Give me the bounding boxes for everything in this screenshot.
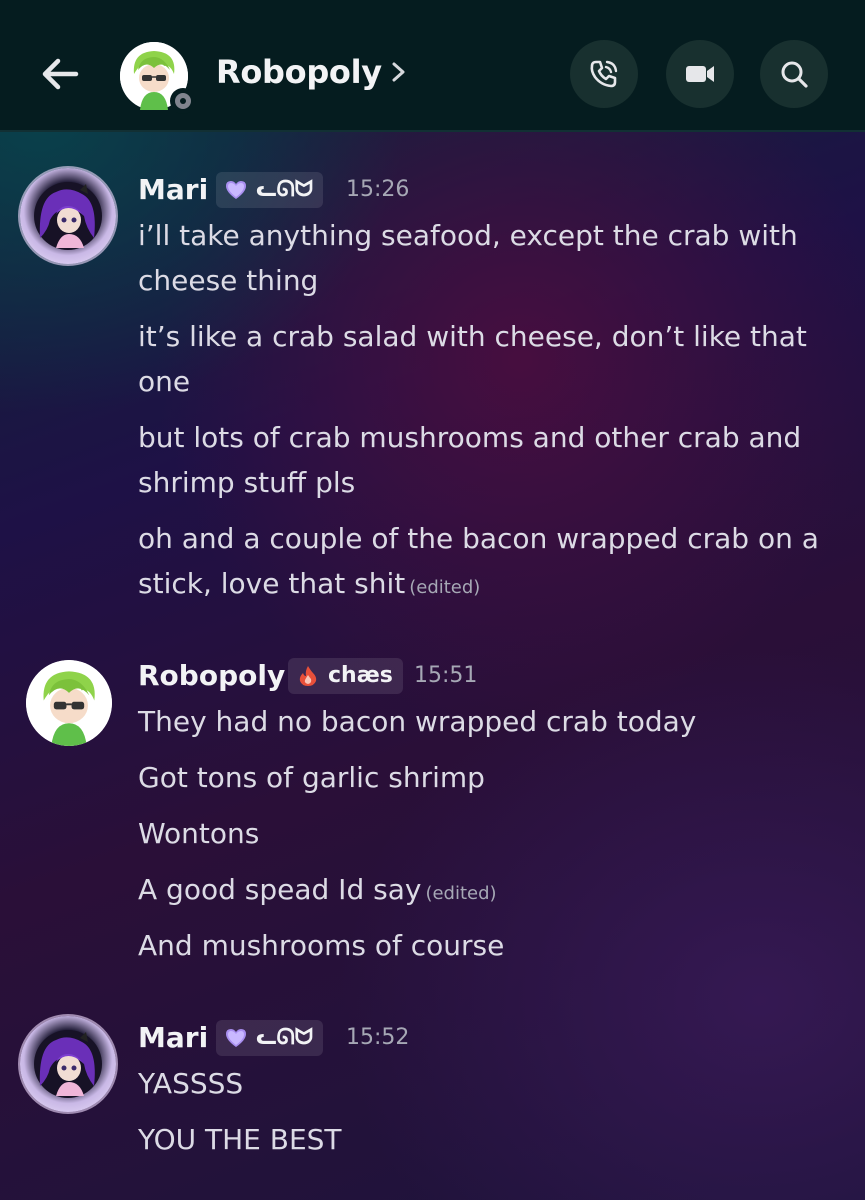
message-line: A good spead Id say (edited) — [138, 867, 838, 916]
message-line: YOU THE BEST — [138, 1123, 342, 1156]
channel-avatar[interactable] — [120, 42, 196, 114]
avatar[interactable] — [20, 168, 116, 264]
message-line: one — [138, 365, 191, 398]
search-button[interactable] — [760, 40, 828, 108]
chevron-right-icon[interactable] — [388, 58, 410, 86]
edited-label: (edited) — [425, 883, 497, 904]
message-text: stick, love that shit — [138, 567, 406, 600]
offline-status-icon — [170, 88, 196, 114]
message-line: shrimp stuff pls — [138, 466, 356, 499]
timestamp: 15:51 — [414, 663, 478, 688]
channel-title[interactable]: Robopoly — [216, 52, 382, 92]
message-text: A good spead Id say — [138, 873, 422, 906]
message-line: They had no bacon wrapped crab today — [138, 705, 697, 738]
voice-call-button[interactable] — [570, 40, 638, 108]
guild-tag-label: ᓚᘏᗢ — [256, 1025, 314, 1050]
message-line: i’ll take anything seafood, except the c… — [138, 219, 798, 252]
phone-call-icon — [590, 60, 618, 88]
message-line: And mushrooms of course — [138, 929, 505, 962]
message-line: YASSSS — [138, 1067, 244, 1100]
avatar[interactable] — [20, 1016, 116, 1112]
guild-tag-label: chæs — [328, 663, 393, 688]
mari-avatar-art — [34, 1030, 102, 1098]
message-line: Wontons — [138, 817, 260, 850]
author-name[interactable]: Robopoly — [138, 656, 285, 696]
message-line: cheese thing — [138, 264, 319, 297]
video-call-button[interactable] — [666, 40, 734, 108]
guild-tag[interactable]: ᓚᘏᗢ — [216, 1020, 324, 1056]
purple-heart-icon — [226, 181, 246, 199]
video-camera-icon — [686, 66, 714, 82]
message-line: Got tons of garlic shrimp — [138, 761, 485, 794]
robopoly-avatar-art — [26, 660, 112, 746]
message-line: but lots of crab mushrooms and other cra… — [138, 421, 802, 454]
purple-heart-icon — [226, 1029, 246, 1047]
avatar[interactable] — [26, 660, 112, 746]
author-name[interactable]: Mari — [138, 1018, 208, 1058]
guild-tag[interactable]: chæs — [288, 658, 403, 694]
mari-avatar-art — [34, 182, 102, 250]
timestamp: 15:52 — [346, 1025, 410, 1050]
message-line: it’s like a crab salad with cheese, don’… — [138, 320, 807, 353]
message-line: stick, love that shit (edited) — [138, 561, 838, 610]
guild-tag-label: ᓚᘏᗢ — [256, 177, 314, 202]
message-line: oh and a couple of the bacon wrapped cra… — [138, 522, 819, 555]
timestamp: 15:26 — [346, 177, 410, 202]
arrow-left-icon[interactable] — [36, 50, 84, 98]
chat-header: Robopoly — [0, 0, 865, 132]
flame-icon — [299, 666, 317, 686]
author-name[interactable]: Mari — [138, 170, 208, 210]
guild-tag[interactable]: ᓚᘏᗢ — [216, 172, 324, 208]
edited-label: (edited) — [409, 577, 481, 598]
search-icon — [781, 61, 808, 88]
